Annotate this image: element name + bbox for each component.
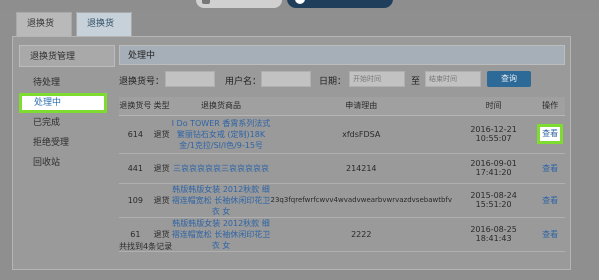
view-button[interactable]: 查看 <box>535 153 565 184</box>
cell-id: 441 <box>119 153 152 184</box>
cell-reason: 2222 <box>270 217 453 252</box>
content-title: 处理中 <box>119 45 565 65</box>
cell-clock: 17:41:20 <box>475 168 512 177</box>
cell-time: 2016-08-25 18:41:43 <box>452 217 536 252</box>
product-link[interactable]: I Do TOWER 香霄系列法式繁丽钻石女戒 (定制)18K金/1克拉/SI/… <box>171 115 271 154</box>
cell-type: 退货 <box>151 153 172 184</box>
col-header-action: 操作 <box>535 97 565 116</box>
cell-id: 109 <box>119 183 152 218</box>
start-date-input[interactable]: 开始时间 <box>349 71 405 87</box>
cell-date: 2016-08-25 <box>470 225 517 234</box>
filter-bar: 退换货号： 用户名： 日期： 开始时间 至 结束时间 查询 <box>119 71 565 91</box>
top-nav-pill[interactable] <box>196 0 282 8</box>
sidebar-item-processing[interactable]: 处理中 <box>19 93 107 113</box>
main-panel: 退换货管理 待处理 处理中 已完成 拒绝受理 回收站 处理中 退换货号： 用户名… <box>12 36 571 270</box>
username-label: 用户名： <box>225 77 262 87</box>
end-date-input[interactable]: 结束时间 <box>425 71 481 87</box>
cell-reason: xfdsFDSA <box>270 115 453 154</box>
order-no-input[interactable] <box>165 71 215 87</box>
col-header-time: 时间 <box>452 97 536 116</box>
cell-type: 退货 <box>151 115 172 154</box>
cell-id: 614 <box>119 115 152 154</box>
order-no-label: 退换货号： <box>119 77 165 87</box>
sidebar-item-recycle-bin[interactable]: 回收站 <box>19 153 115 173</box>
cell-date: 2016-09-01 <box>470 159 517 168</box>
cell-clock: 10:55:07 <box>475 134 512 143</box>
content-area: 处理中 退换货号： 用户名： 日期： 开始时间 至 结束时间 查询 退换货号 类… <box>119 45 565 263</box>
shop-icon <box>202 0 210 4</box>
cell-reason: 23q3fqrefwrfcwvv4wvadvwearbvwrvazdvsebaw… <box>270 183 453 218</box>
cell-type: 退货 <box>151 183 172 218</box>
tab-return-settings[interactable]: 退换货设置 <box>16 12 72 51</box>
cell-reason: 214214 <box>270 153 453 184</box>
view-button[interactable]: 查看 <box>535 183 565 218</box>
date-label: 日期： <box>319 77 347 87</box>
col-header-product: 退换货商品 <box>171 97 271 116</box>
cell-time: 2016-09-01 17:41:20 <box>452 153 536 184</box>
query-button[interactable]: 查询 <box>487 71 531 87</box>
tab-bar: 退换货设置 退换货管理 <box>0 10 599 51</box>
col-header-id: 退换货号 <box>119 97 152 116</box>
col-header-reason: 申请理由 <box>270 97 453 116</box>
user-icon <box>295 0 305 4</box>
top-nav-pill-active[interactable] <box>287 0 393 8</box>
tab-return-management[interactable]: 退换货管理 <box>76 12 132 51</box>
table-row: 61 退货 韩版韩版女装 2012秋款 细褶连帽宽松 长袖休闲印花卫衣 女 22… <box>119 217 565 252</box>
sidebar: 退换货管理 待处理 处理中 已完成 拒绝受理 回收站 <box>19 45 115 255</box>
cell-action: 查看 <box>535 115 565 154</box>
sidebar-item-pending[interactable]: 待处理 <box>19 73 115 93</box>
table-header-row: 退换货号 类型 退换货商品 申请理由 时间 操作 <box>119 97 565 116</box>
table-row: 109 退货 韩版韩版女装 2012秋款 细褶连帽宽松 长袖休闲印花卫衣 女 2… <box>119 183 565 218</box>
product-link[interactable]: 韩版韩版女装 2012秋款 细褶连帽宽松 长袖休闲印花卫衣 女 <box>171 217 271 252</box>
product-link[interactable]: 韩版韩版女装 2012秋款 细褶连帽宽松 长袖休闲印花卫衣 女 <box>171 183 271 218</box>
sidebar-title: 退换货管理 <box>19 45 115 67</box>
sidebar-item-rejected[interactable]: 拒绝受理 <box>19 133 115 153</box>
cell-clock: 15:51:20 <box>475 200 512 209</box>
cell-clock: 18:41:43 <box>475 234 512 243</box>
returns-table: 退换货号 类型 退换货商品 申请理由 时间 操作 614 退货 I Do TOW… <box>119 97 565 252</box>
table-row: 441 退货 三哀哀哀哀哀三哀哀哀哀哀 214214 2016-09-01 17:… <box>119 153 565 184</box>
table-row: 614 退货 I Do TOWER 香霄系列法式繁丽钻石女戒 (定制)18K金/… <box>119 115 565 154</box>
date-to-label: 至 <box>411 77 421 87</box>
cell-date: 2015-08-24 <box>470 191 517 200</box>
top-strip <box>0 0 599 10</box>
cell-time: 2016-12-21 10:55:07 <box>452 115 536 154</box>
view-button[interactable]: 查看 <box>535 217 565 252</box>
product-link[interactable]: 三哀哀哀哀哀三哀哀哀哀哀 <box>171 153 271 184</box>
view-button[interactable]: 查看 <box>537 124 564 144</box>
sidebar-item-completed[interactable]: 已完成 <box>19 113 115 133</box>
cell-date: 2016-12-21 <box>470 125 517 134</box>
cell-time: 2015-08-24 15:51:20 <box>452 183 536 218</box>
username-input[interactable] <box>261 71 311 87</box>
record-count: 共找到4条记录 <box>119 242 173 251</box>
col-header-type: 类型 <box>151 97 172 116</box>
